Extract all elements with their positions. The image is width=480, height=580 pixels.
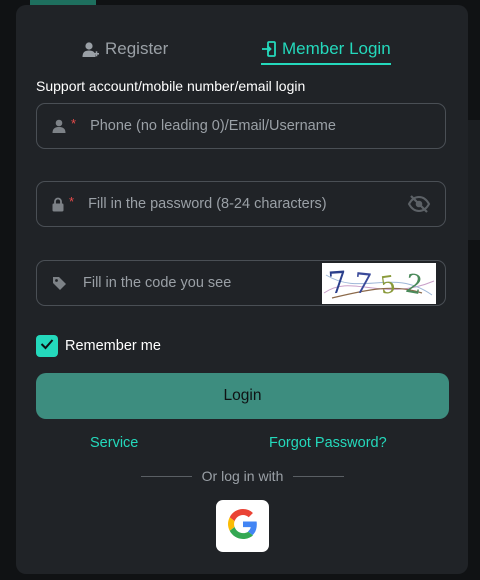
captcha-char: 2 <box>403 269 425 301</box>
auth-tabs: Register Member Login <box>16 5 468 71</box>
captcha-image[interactable]: 7752 <box>322 263 436 304</box>
password-input[interactable] <box>86 183 445 225</box>
captcha-char: 5 <box>378 270 397 300</box>
user-icon <box>52 119 66 133</box>
tab-register-label: Register <box>105 39 169 58</box>
check-icon <box>40 337 54 355</box>
password-field: * <box>36 181 446 227</box>
service-link[interactable]: Service <box>90 435 138 451</box>
remember-checkbox[interactable] <box>36 335 58 357</box>
lock-icon <box>52 197 64 212</box>
account-input[interactable] <box>88 105 445 147</box>
login-door-icon <box>262 41 276 57</box>
login-panel: Register Member Login Support account/mo… <box>16 5 468 574</box>
google-login-button[interactable] <box>216 500 269 552</box>
user-plus-icon <box>82 41 99 58</box>
required-mark: * <box>71 115 77 131</box>
captcha-char: 7 <box>352 266 373 301</box>
tab-register[interactable]: Register <box>82 35 168 63</box>
captcha-char: 7 <box>327 265 348 301</box>
forgot-password-link[interactable]: Forgot Password? <box>269 435 387 451</box>
account-field: * <box>36 103 446 149</box>
google-icon <box>227 508 258 544</box>
eye-off-icon[interactable] <box>407 194 431 219</box>
login-subtitle: Support account/mobile number/email logi… <box>36 78 306 94</box>
divider-line <box>293 475 345 477</box>
captcha-field: 7752 <box>36 260 446 306</box>
required-mark: * <box>69 193 75 209</box>
remember-me-toggle[interactable]: Remember me <box>36 335 161 357</box>
divider-line <box>141 475 192 477</box>
active-tab-indicator <box>261 63 391 65</box>
divider-text: Or log in with <box>201 468 284 484</box>
remember-me-label: Remember me <box>65 338 161 354</box>
alt-login-divider: Or log in with <box>141 467 345 485</box>
tag-icon <box>52 276 67 291</box>
tab-member-login-label: Member Login <box>282 39 391 58</box>
background-edge <box>468 120 480 240</box>
tab-member-login[interactable]: Member Login <box>262 35 391 63</box>
login-button[interactable]: Login <box>36 373 449 419</box>
captcha-graphic: 7752 <box>323 265 435 302</box>
